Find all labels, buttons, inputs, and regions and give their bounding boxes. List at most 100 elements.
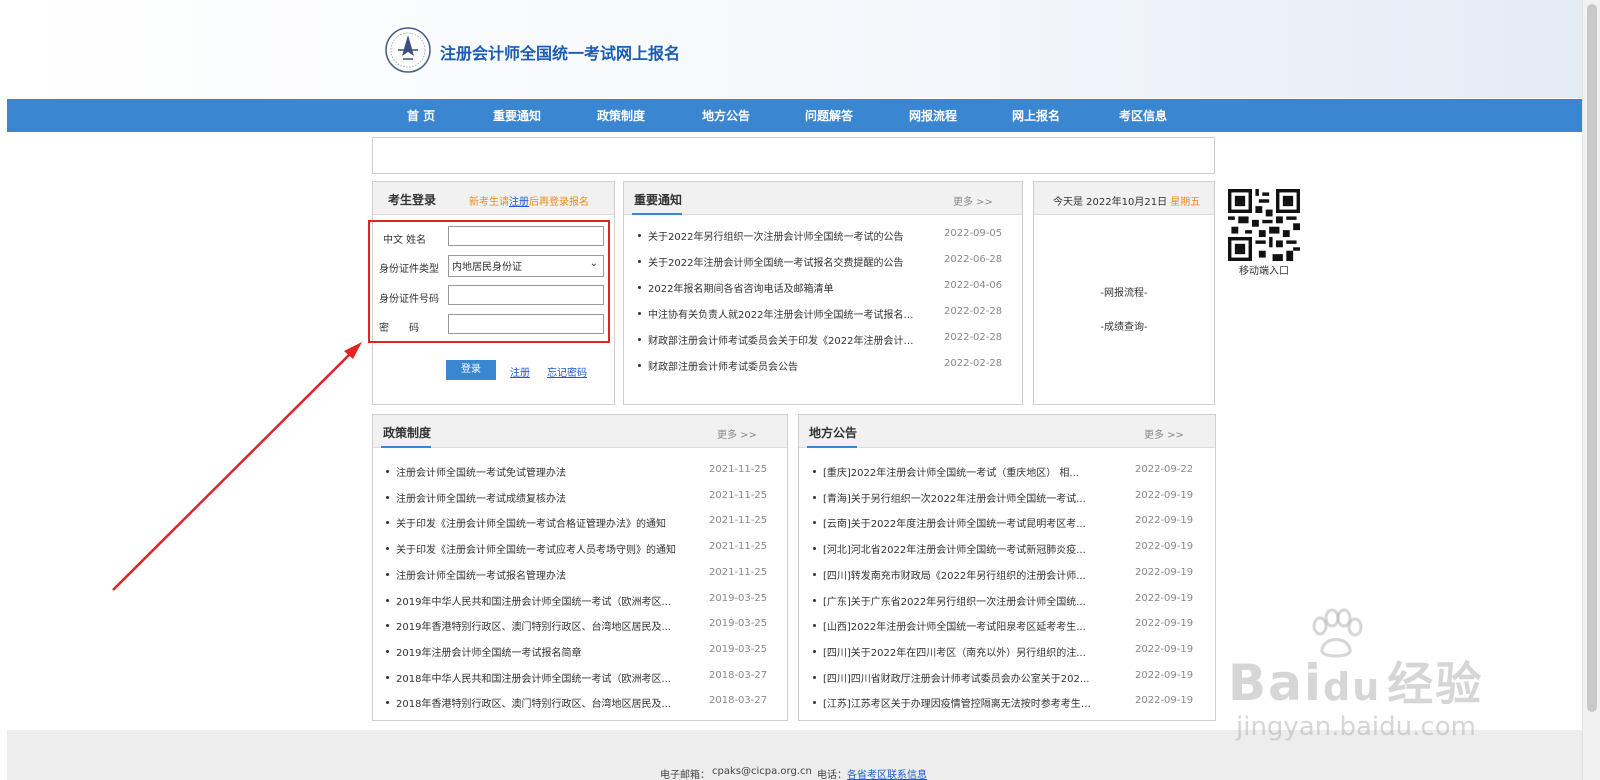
list-item[interactable]: [青海]关于另行组织一次2022年注册会计师全国统一考试... 2022-09-1… [799, 490, 1215, 508]
list-item[interactable]: 2019年香港特别行政区、澳门特别行政区、台湾地区居民及... 2019-03-2… [373, 618, 787, 636]
list-item[interactable]: [重庆]2022年注册会计师全国统一考试（重庆地区） 相... 2022-09-2… [799, 464, 1215, 482]
bullet-icon [638, 234, 641, 237]
list-item[interactable]: 2019年注册会计师全国统一考试报名简章 2019-03-25 [373, 644, 787, 662]
list-item[interactable]: [四川]关于2022年在四川考区（南充以外）另行组织的注... 2022-09-1… [799, 644, 1215, 662]
today-panel: 今天是 2022年10月21日 星期五 -网报流程- -成绩查询- [1033, 181, 1215, 405]
notices-panel: 重要通知 更多 >> 关于2022年另行组织一次注册会计师全国统一考试的公告 20… [623, 181, 1023, 405]
list-item[interactable]: [广东]关于广东省2022年另行组织一次注册会计师全国统... 2022-09-1… [799, 593, 1215, 611]
list-item-title[interactable]: 2018年香港特别行政区、澳门特别行政区、台湾地区居民及... [396, 695, 686, 710]
local-notices-more-link[interactable]: 更多 >> [1144, 426, 1184, 441]
qr-code-icon[interactable] [1228, 189, 1300, 261]
list-item[interactable]: 2019年中华人民共和国注册会计师全国统一考试（欧洲考区... 2019-03-2… [373, 593, 787, 611]
list-item-title[interactable]: [四川]转发南充市财政局《2022年另行组织的注册会计师... [823, 567, 1098, 582]
vertical-scrollbar[interactable] [1582, 0, 1600, 780]
policies-panel: 政策制度 更多 >> 注册会计师全国统一考试免试管理办法 2021-11-25 注册… [372, 414, 788, 721]
nav-online-registration[interactable]: 网上报名 [1012, 107, 1060, 124]
list-item-title[interactable]: 关于印发《注册会计师全国统一考试合格证管理办法》的通知 [396, 515, 686, 530]
list-item-title[interactable]: 2018年中华人民共和国注册会计师全国统一考试（欧洲考区... [396, 670, 686, 685]
list-item-title[interactable]: [重庆]2022年注册会计师全国统一考试（重庆地区） 相... [823, 464, 1098, 479]
list-item[interactable]: [江苏]江苏考区关于办理因疫情管控隔离无法按时参考考生相... 2022-09-1… [799, 695, 1215, 713]
policies-more-link[interactable]: 更多 >> [717, 426, 757, 441]
nav-policies[interactable]: 政策制度 [597, 107, 645, 124]
list-item-title[interactable]: 财政部注册会计师考试委员会公告 [648, 358, 918, 373]
local-notices-title-underline [807, 446, 857, 448]
register-tip-prefix: 新考生请 [469, 197, 509, 208]
bullet-icon [638, 312, 641, 315]
list-item[interactable]: 注册会计师全国统一考试成绩复核办法 2021-11-25 [373, 490, 787, 508]
list-item-title[interactable]: [江苏]江苏考区关于办理因疫情管控隔离无法按时参考考生相... [823, 695, 1098, 710]
watermark-brand-jingyan: 经验 [1387, 657, 1484, 711]
list-item[interactable]: [河北]河北省2022年注册会计师全国统一考试新冠肺炎疫... 2022-09-1… [799, 541, 1215, 559]
list-item-title[interactable]: 关于印发《注册会计师全国统一考试应考人员考场守则》的通知 [396, 541, 686, 556]
list-item-title[interactable]: 财政部注册会计师考试委员会关于印发《2022年注册会计师... [648, 332, 918, 347]
list-item-title[interactable]: [云南]关于2022年度注册会计师全国统一考试昆明考区考... [823, 515, 1098, 530]
notices-more-link[interactable]: 更多 >> [953, 193, 993, 208]
nav-faq[interactable]: 问题解答 [805, 107, 853, 124]
list-item-title[interactable]: 2022年报名期间各省咨询电话及邮箱清单 [648, 280, 918, 295]
list-item-date: 2022-09-19 [1135, 695, 1194, 707]
forgot-password-link[interactable]: 忘记密码 [547, 364, 587, 379]
list-item-title[interactable]: 2019年香港特别行政区、澳门特别行政区、台湾地区居民及... [396, 618, 686, 633]
list-item-title[interactable]: 注册会计师全国统一考试报名管理办法 [396, 567, 686, 582]
list-item[interactable]: 关于2022年注册会计师全国统一考试报名交费提醒的公告 2022-06-28 [624, 254, 1022, 272]
list-item[interactable]: 注册会计师全国统一考试报名管理办法 2021-11-25 [373, 567, 787, 585]
list-item[interactable]: 财政部注册会计师考试委员会关于印发《2022年注册会计师... 2022-02-2… [624, 332, 1022, 350]
list-item-date: 2018-03-27 [709, 695, 768, 707]
list-item-title[interactable]: [四川]关于2022年在四川考区（南充以外）另行组织的注... [823, 644, 1098, 659]
nav-process[interactable]: 网报流程 [909, 107, 957, 124]
list-item[interactable]: [四川]四川省财政厅注册会计师考试委员会办公室关于202... 2022-09-1… [799, 670, 1215, 688]
list-item[interactable]: 2018年香港特别行政区、澳门特别行政区、台湾地区居民及... 2018-03-2… [373, 695, 787, 713]
list-item-title[interactable]: [青海]关于另行组织一次2022年注册会计师全国统一考试... [823, 490, 1098, 505]
list-item-title[interactable]: 关于2022年注册会计师全国统一考试报名交费提醒的公告 [648, 254, 918, 269]
list-item[interactable]: [四川]转发南充市财政局《2022年另行组织的注册会计师... 2022-09-1… [799, 567, 1215, 585]
list-item-title[interactable]: 2019年注册会计师全国统一考试报名简章 [396, 644, 686, 659]
list-item-title[interactable]: [山西]2022年注册会计师全国统一考试阳泉考区延考考生... [823, 618, 1098, 633]
nav-home[interactable]: 首 页 [407, 107, 435, 124]
bullet-icon [813, 675, 816, 679]
list-item[interactable]: 关于2022年另行组织一次注册会计师全国统一考试的公告 2022-09-05 [624, 228, 1022, 246]
register-link[interactable]: 注册 [510, 364, 530, 379]
list-item-title[interactable]: 2019年中华人民共和国注册会计师全国统一考试（欧洲考区... [396, 593, 686, 608]
list-item-date: 2022-09-19 [1135, 489, 1194, 501]
bullet-icon [386, 598, 389, 602]
notices-title-underline [632, 213, 682, 215]
list-item-title[interactable]: [河北]河北省2022年注册会计师全国统一考试新冠肺炎疫... [823, 541, 1098, 556]
list-item[interactable]: [山西]2022年注册会计师全国统一考试阳泉考区延考考生... 2022-09-1… [799, 618, 1215, 636]
list-item-date: 2022-09-19 [1135, 643, 1194, 655]
footer-phone-label: 电话： [817, 770, 847, 780]
bullet-icon [386, 675, 389, 679]
list-item-date: 2019-03-25 [709, 592, 768, 604]
login-title: 考生登录 [388, 193, 437, 207]
process-link[interactable]: -网报流程- [1034, 284, 1214, 299]
list-item[interactable]: 财政部注册会计师考试委员会公告 2022-02-28 [624, 358, 1022, 376]
nav-exam-area-info[interactable]: 考区信息 [1119, 107, 1167, 124]
list-item-title[interactable]: [广东]关于广东省2022年另行组织一次注册会计师全国统... [823, 593, 1098, 608]
paw-icon [1312, 608, 1363, 658]
list-item-title[interactable]: 中注协有关负责人就2022年注册会计师全国统一考试报名相... [648, 306, 918, 321]
bullet-icon [386, 495, 389, 499]
list-item-title[interactable]: [四川]四川省财政厅注册会计师考试委员会办公室关于202... [823, 670, 1098, 685]
register-tip: 新考生请注册后再登录报名 [469, 193, 589, 208]
bullet-icon [386, 649, 389, 653]
local-notices-panel-header: 地方公告 更多 >> [799, 415, 1215, 448]
list-item-title[interactable]: 注册会计师全国统一考试成绩复核办法 [396, 490, 686, 505]
scrollbar-thumb[interactable] [1587, 4, 1597, 712]
login-button[interactable]: 登录 [446, 360, 496, 380]
score-query-link[interactable]: -成绩查询- [1034, 318, 1214, 333]
list-item[interactable]: 2022年报名期间各省咨询电话及邮箱清单 2022-04-06 [624, 280, 1022, 298]
list-item[interactable]: 关于印发《注册会计师全国统一考试合格证管理办法》的通知 2021-11-25 [373, 515, 787, 533]
register-tip-link[interactable]: 注册 [509, 197, 529, 208]
list-item[interactable]: 关于印发《注册会计师全国统一考试应考人员考场守则》的通知 2021-11-25 [373, 541, 787, 559]
list-item[interactable]: 注册会计师全国统一考试免试管理办法 2021-11-25 [373, 464, 787, 482]
list-item-title[interactable]: 关于2022年另行组织一次注册会计师全国统一考试的公告 [648, 228, 918, 243]
nav-notices[interactable]: 重要通知 [493, 107, 541, 124]
list-item[interactable]: [云南]关于2022年度注册会计师全国统一考试昆明考区考... 2022-09-1… [799, 515, 1215, 533]
list-item[interactable]: 2018年中华人民共和国注册会计师全国统一考试（欧洲考区... 2018-03-2… [373, 670, 787, 688]
footer-contact-link[interactable]: 各省考区联系信息 [847, 766, 927, 780]
list-item[interactable]: 中注协有关负责人就2022年注册会计师全国统一考试报名相... 2022-02-2… [624, 306, 1022, 324]
list-item-date: 2022-09-19 [1135, 592, 1194, 604]
list-item-date: 2022-09-19 [1135, 541, 1194, 553]
nav-local-notices[interactable]: 地方公告 [702, 107, 750, 124]
bullet-icon [813, 547, 816, 551]
list-item-title[interactable]: 注册会计师全国统一考试免试管理办法 [396, 464, 686, 479]
